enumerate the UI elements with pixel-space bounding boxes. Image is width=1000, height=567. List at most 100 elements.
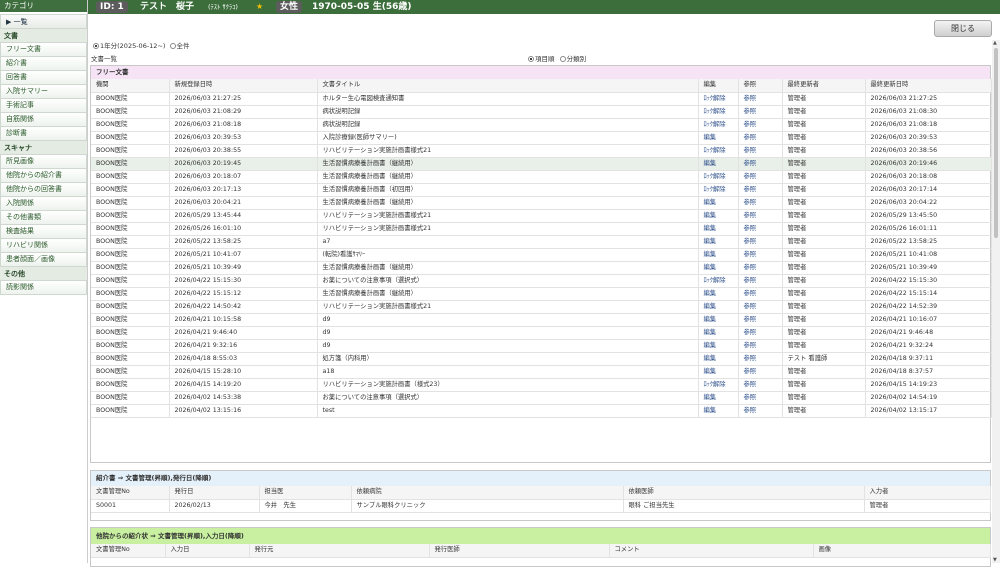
sidebar-item[interactable]: 他院からの紹介書 — [0, 169, 87, 183]
edit-link[interactable]: 編集 — [698, 261, 739, 275]
sort-item-radio[interactable] — [528, 56, 534, 62]
cell-title[interactable]: 処方箋（内科用） — [317, 352, 699, 366]
table-row[interactable]: S0001 2026/02/13 今井 先生 サンプル眼科クリニック 眼科 ご担当先生管… — [91, 499, 991, 513]
view-link[interactable]: 参照 — [738, 313, 783, 327]
cell-title[interactable]: リハビリテーション実施計画書様式21 — [317, 144, 699, 158]
edit-link[interactable]: 編集 — [698, 326, 739, 340]
sidebar-item[interactable]: 所見画像 — [0, 155, 87, 169]
edit-link[interactable]: 編集 — [698, 365, 739, 379]
cell-title[interactable]: 入院診療録(医師サマリー) — [317, 131, 699, 145]
sidebar-item[interactable]: 検査結果 — [0, 225, 87, 239]
table-row[interactable]: BOON医院 2026/04/02 13:15:16 test 編集 参照 管理者 2026… — [91, 404, 992, 418]
table-row[interactable]: BOON医院 2026/05/22 13:58:25 a7 編集 参照 管理者 2026/0… — [91, 235, 992, 249]
view-link[interactable]: 参照 — [738, 274, 783, 288]
cell-title[interactable]: リハビリテーション実施計画書様式21 — [317, 209, 699, 223]
view-link[interactable]: 参照 — [738, 365, 783, 379]
view-link[interactable]: 参照 — [738, 157, 783, 171]
table-row[interactable]: BOON医院 2026/05/21 10:39:49 生活習慣病療養計画書（継続用）… — [91, 261, 992, 275]
table-row[interactable]: BOON医院 2026/06/03 20:18:07 生活習慣病療養計画書（継続用）… — [91, 170, 992, 184]
sidebar-item[interactable]: 患者顔面／画像 — [0, 253, 87, 267]
view-link[interactable]: 参照 — [738, 352, 783, 366]
period-1year-radio[interactable] — [93, 43, 99, 49]
cell-title[interactable]: test — [317, 404, 699, 418]
view-link[interactable]: 参照 — [738, 391, 783, 405]
edit-link[interactable]: ﾛｯｸ解除 — [698, 105, 739, 119]
table-row[interactable]: BOON医院 2026/06/03 20:38:55 リハビリテーション実施計画書様… — [91, 144, 992, 158]
cell-title[interactable]: 病状説明記録 — [317, 105, 699, 119]
edit-link[interactable]: 編集 — [698, 391, 739, 405]
period-all-radio[interactable] — [169, 43, 176, 49]
cell-title[interactable]: 生活習慣病療養計画書（初回用） — [317, 183, 699, 197]
list-toggle-button[interactable]: ▶ 一覧 — [0, 14, 87, 29]
edit-link[interactable]: 編集 — [698, 248, 739, 262]
view-link[interactable]: 参照 — [738, 209, 783, 223]
edit-link[interactable]: ﾛｯｸ解除 — [698, 118, 739, 132]
sidebar-item[interactable]: その他書類 — [0, 211, 87, 225]
cell-title[interactable]: ホルター生心電図検査通知書 — [317, 92, 699, 106]
table-row[interactable]: BOON医院 2026/06/03 21:27:25 ホルター生心電図検査通知書 ﾛｯ… — [91, 92, 992, 106]
view-link[interactable]: 参照 — [738, 404, 783, 418]
table-row[interactable]: BOON医院 2026/06/03 20:17:13 生活習慣病療養計画書（初回用）… — [91, 183, 992, 197]
sidebar-item[interactable]: フリー文書 — [0, 43, 87, 57]
cell-title[interactable]: a18 — [317, 365, 699, 379]
edit-link[interactable]: 編集 — [698, 313, 739, 327]
cell-title[interactable]: リハビリテーション実施計画書様式21 — [317, 300, 699, 314]
sidebar-item[interactable]: 自筋関係 — [0, 113, 87, 127]
cell-title[interactable]: d9 — [317, 313, 699, 327]
table-row[interactable]: BOON医院 2026/04/15 15:28:10 a18 編集 参照 管理者 2026/… — [91, 365, 992, 379]
cell-title[interactable]: お薬についての注意事項（選択式） — [317, 391, 699, 405]
sidebar-item[interactable]: 他院からの回答書 — [0, 183, 87, 197]
view-link[interactable]: 参照 — [738, 248, 783, 262]
scroll-thumb[interactable] — [994, 48, 998, 238]
cell-title[interactable]: 生活習慣病療養計画書（継続用） — [317, 157, 699, 171]
edit-link[interactable]: 編集 — [698, 196, 739, 210]
sidebar-item[interactable]: 回答書 — [0, 71, 87, 85]
edit-link[interactable]: 編集 — [698, 339, 739, 353]
cell-title[interactable]: リハビリテーション実施計画書様式21 — [317, 222, 699, 236]
view-link[interactable]: 参照 — [738, 287, 783, 301]
edit-link[interactable]: 編集 — [698, 300, 739, 314]
table-row[interactable]: BOON医院 2026/04/18 8:55:03 処方箋（内科用） 編集 参照 テスト … — [91, 352, 992, 366]
cell-title[interactable]: a7 — [317, 235, 699, 249]
table-row[interactable]: BOON医院 2026/05/26 16:01:10 リハビリテーション実施計画書様… — [91, 222, 992, 236]
sidebar-item[interactable]: 入院関係 — [0, 197, 87, 211]
table-row[interactable]: BOON医院 2026/04/02 14:53:38 お薬についての注意事項（選択式… — [91, 391, 992, 405]
sidebar-item[interactable]: 手術記事 — [0, 99, 87, 113]
edit-link[interactable]: ﾛｯｸ解除 — [698, 92, 739, 106]
scroll-up-icon[interactable]: ▲ — [993, 40, 997, 46]
view-link[interactable]: 参照 — [738, 105, 783, 119]
cell-title[interactable]: d9 — [317, 339, 699, 353]
sidebar-item[interactable]: リハビリ関係 — [0, 239, 87, 253]
cell-title[interactable]: 病状説明記録 — [317, 118, 699, 132]
edit-link[interactable]: ﾛｯｸ解除 — [698, 378, 739, 392]
edit-link[interactable]: ﾛｯｸ解除 — [698, 274, 739, 288]
edit-link[interactable]: 編集 — [698, 157, 739, 171]
table-row[interactable]: BOON医院 2026/05/21 10:41:07 (転院)看護ｻﾏﾘｰ 編集 参照管… — [91, 248, 992, 262]
view-link[interactable]: 参照 — [738, 118, 783, 132]
table-row[interactable]: BOON医院 2026/04/22 14:50:42 リハビリテーション実施計画書様… — [91, 300, 992, 314]
cell-title[interactable]: 生活習慣病療養計画書（継続用） — [317, 170, 699, 184]
edit-link[interactable]: 編集 — [698, 287, 739, 301]
view-link[interactable]: 参照 — [738, 196, 783, 210]
sidebar-item[interactable]: 読影関係 — [0, 281, 87, 295]
table-row[interactable]: BOON医院 2026/05/29 13:45:44 リハビリテーション実施計画書様… — [91, 209, 992, 223]
cell-title[interactable]: 生活習慣病療養計画書（継続用） — [317, 287, 699, 301]
table-row[interactable]: BOON医院 2026/04/22 15:15:30 お薬についての注意事項（選択式… — [91, 274, 992, 288]
table-row[interactable]: BOON医院 2026/04/15 14:19:20 リハビリテーション実施計画書（… — [91, 378, 992, 392]
page-scrollbar[interactable]: ▲ ▼ — [992, 40, 1000, 563]
view-link[interactable]: 参照 — [738, 222, 783, 236]
sidebar-item[interactable]: 診断書 — [0, 127, 87, 141]
table-row[interactable]: BOON医院 2026/04/22 15:15:12 生活習慣病療養計画書（継続用）… — [91, 287, 992, 301]
table-row[interactable]: BOON医院 2026/04/21 9:32:16 d9 編集 参照 管理者 2026/04… — [91, 339, 992, 353]
table-row[interactable]: BOON医院 2026/06/03 21:08:18 病状説明記録 ﾛｯｸ解除 参照 管理… — [91, 118, 992, 132]
cell-title[interactable]: d9 — [317, 326, 699, 340]
table-row[interactable]: BOON医院 2026/06/03 20:39:53 入院診療録(医師サマリー) 編集… — [91, 131, 992, 145]
view-link[interactable]: 参照 — [738, 235, 783, 249]
edit-link[interactable]: 編集 — [698, 209, 739, 223]
view-link[interactable]: 参照 — [738, 326, 783, 340]
table-row[interactable]: BOON医院 2026/04/21 10:15:58 d9 編集 参照 管理者 2026/0… — [91, 313, 992, 327]
edit-link[interactable]: 編集 — [698, 352, 739, 366]
sidebar-item[interactable]: 入院サマリー — [0, 85, 87, 99]
view-link[interactable]: 参照 — [738, 300, 783, 314]
edit-link[interactable]: ﾛｯｸ解除 — [698, 170, 739, 184]
